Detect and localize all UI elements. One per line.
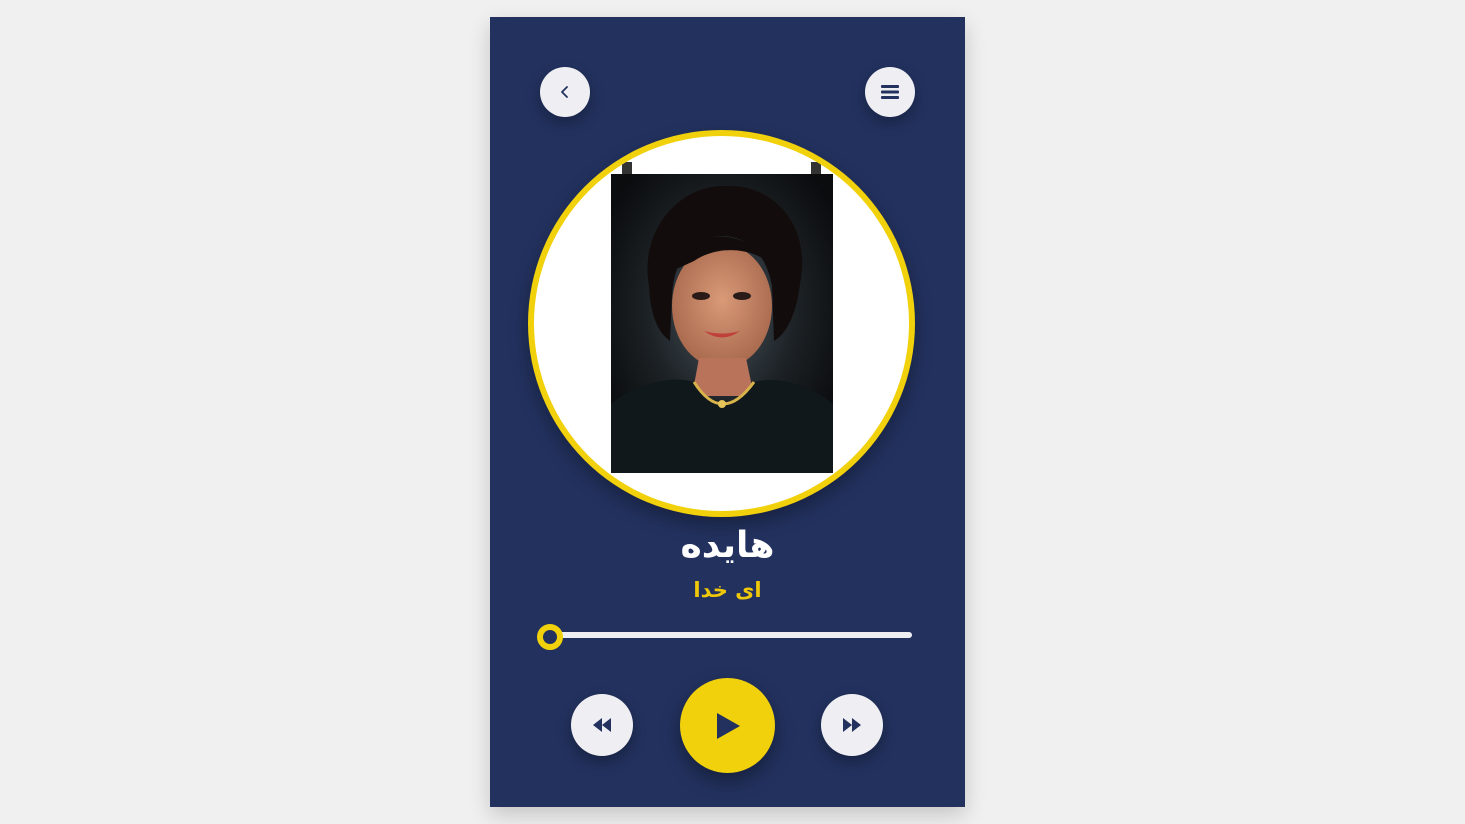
play-button[interactable] (680, 678, 775, 773)
backward-icon (593, 718, 611, 732)
album-art (534, 136, 909, 511)
next-button[interactable] (821, 694, 883, 756)
play-icon (716, 712, 740, 739)
chevron-left-icon (561, 86, 568, 98)
song-title: ای خدا (693, 578, 762, 602)
progress-track[interactable] (544, 632, 912, 638)
menu-button[interactable] (865, 67, 915, 117)
artist-portrait-image (611, 162, 833, 473)
album-art-frame (528, 130, 915, 517)
artist-name: هایده (680, 525, 775, 566)
hamburger-menu-icon (881, 85, 899, 99)
previous-button[interactable] (571, 694, 633, 756)
music-player-card: هایده ای خدا (490, 17, 965, 807)
forward-icon (843, 718, 861, 732)
back-button[interactable] (540, 67, 590, 117)
progress-thumb[interactable] (537, 624, 563, 650)
